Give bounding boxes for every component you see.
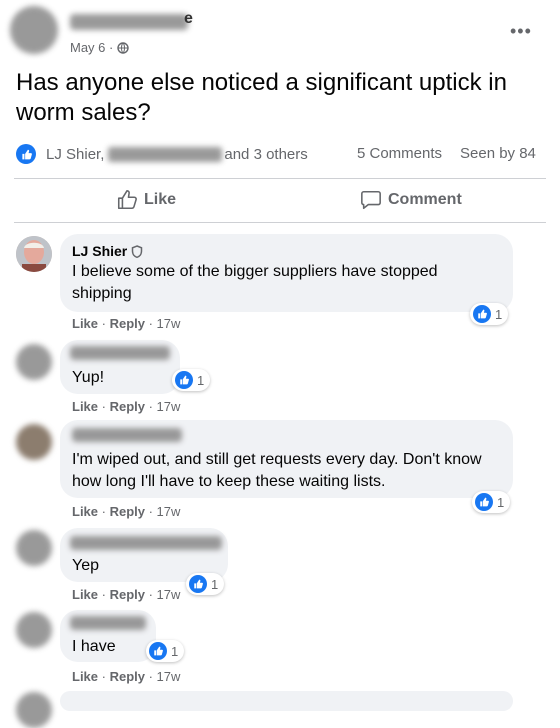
comment-like-link[interactable]: Like	[72, 316, 98, 331]
like-reaction-icon	[475, 493, 493, 511]
like-reaction-icon	[149, 642, 167, 660]
comment-bubble: LJ Shier I believe some of the bigger su…	[60, 234, 513, 312]
comment-reply-link[interactable]: Reply	[110, 504, 145, 519]
poster-avatar[interactable]	[10, 6, 58, 54]
comment-reaction-count[interactable]: 1	[186, 573, 225, 595]
divider	[14, 178, 546, 179]
divider	[14, 222, 546, 223]
comment-like-link[interactable]: Like	[72, 399, 98, 414]
comment-icon	[360, 189, 382, 211]
admin-shield-icon	[131, 244, 143, 258]
poster-name-tail: e	[184, 10, 193, 27]
commenter-name[interactable]	[70, 616, 146, 630]
avatar[interactable]	[16, 530, 52, 566]
comment-text: I believe some of the bigger suppliers h…	[72, 263, 438, 302]
comment-reply-link[interactable]: Reply	[110, 316, 145, 331]
comment-bubble: I'm wiped out, and still get requests ev…	[60, 420, 513, 498]
comment-time[interactable]: 17w	[157, 316, 181, 331]
comment-bubble	[60, 691, 513, 711]
comment-reaction-count[interactable]: 1	[472, 491, 511, 513]
comment-meta: Like · Reply · 17w	[72, 587, 181, 602]
comment-reply-link[interactable]: Reply	[110, 399, 145, 414]
comment-like-link[interactable]: Like	[72, 669, 98, 684]
reaction-summary[interactable]: LJ Shier, and 3 others	[16, 144, 308, 164]
post-date[interactable]: May 6 ·	[70, 40, 130, 55]
comment-reply-link[interactable]: Reply	[110, 669, 145, 684]
like-reaction-icon	[175, 371, 193, 389]
redacted-name	[108, 146, 223, 162]
comment-time[interactable]: 17w	[157, 399, 181, 414]
post-text: Has anyone else noticed a significant up…	[16, 69, 507, 126]
comment-text: Yup!	[72, 369, 105, 386]
commenter-name[interactable]: LJ Shier	[72, 243, 143, 259]
avatar[interactable]	[16, 692, 52, 728]
thumbs-up-icon	[116, 189, 138, 211]
comment-text: Yep	[72, 557, 99, 574]
avatar[interactable]	[16, 424, 52, 460]
avatar[interactable]	[16, 612, 52, 648]
comment-reaction-count[interactable]: 1	[172, 369, 211, 391]
commenter-name[interactable]	[70, 346, 170, 360]
comment-like-link[interactable]: Like	[72, 587, 98, 602]
more-options-icon[interactable]: •••	[510, 22, 532, 40]
comment-bubble: I have	[60, 610, 156, 662]
poster-name[interactable]	[70, 14, 188, 30]
like-reaction-icon	[473, 305, 491, 323]
avatar[interactable]	[16, 236, 52, 272]
comment-meta: Like · Reply · 17w	[72, 316, 181, 331]
comment-meta: Like · Reply · 17w	[72, 504, 181, 519]
like-button[interactable]: Like	[116, 189, 176, 211]
comment-text: I'm wiped out, and still get requests ev…	[72, 451, 482, 490]
comment-time[interactable]: 17w	[157, 669, 181, 684]
comments-count[interactable]: 5 Comments	[357, 145, 442, 162]
like-reaction-icon	[16, 144, 36, 164]
comment-bubble: Yup!	[60, 340, 180, 394]
comment-like-link[interactable]: Like	[72, 504, 98, 519]
comment-meta: Like · Reply · 17w	[72, 399, 181, 414]
commenter-name[interactable]	[70, 536, 222, 550]
comment-reaction-count[interactable]: 1	[146, 640, 185, 662]
avatar[interactable]	[16, 344, 52, 380]
comment-time[interactable]: 17w	[157, 504, 181, 519]
like-reaction-icon	[189, 575, 207, 593]
comment-text: I have	[72, 638, 116, 655]
comment-time[interactable]: 17w	[157, 587, 181, 602]
comment-reaction-count[interactable]: 1	[470, 303, 509, 325]
comment-button[interactable]: Comment	[360, 189, 462, 211]
commenter-name[interactable]	[72, 428, 182, 442]
globe-icon	[117, 41, 130, 54]
seen-by-count[interactable]: Seen by 84	[460, 145, 536, 162]
comment-reply-link[interactable]: Reply	[110, 587, 145, 602]
comment-meta: Like · Reply · 17w	[72, 669, 181, 684]
